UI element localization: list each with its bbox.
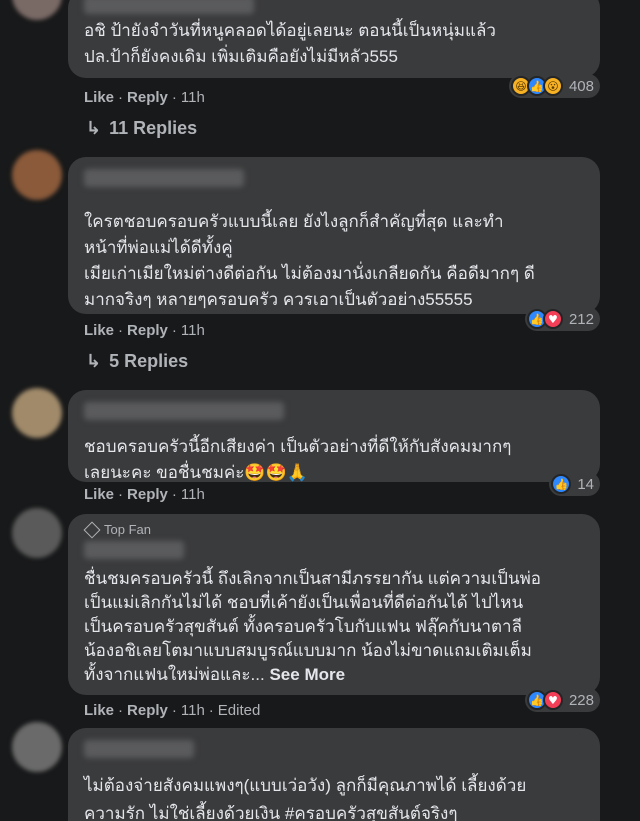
diamond-icon xyxy=(83,521,101,538)
avatar[interactable] xyxy=(12,722,62,772)
comment-bubble: ใครตชอบครอบครัวแบบนี้เลย ยังไงลูกก็สำคัญ… xyxy=(68,157,600,314)
avatar[interactable] xyxy=(12,388,62,438)
separator-dot: · xyxy=(171,322,177,339)
comment-emoji: 🤩🤩🙏 xyxy=(244,463,308,483)
comment-time[interactable]: 11h xyxy=(181,702,205,719)
reaction-summary[interactable]: 👍 ♥ 212 xyxy=(524,307,600,331)
comment-text: ชอบครอบครัวนี้อีกเสียงค่า เป็นตัวอย่างที… xyxy=(84,437,512,483)
comment-text: ชื่นชมครอบครัวนี้ ถึงเลิกจากเป็นสามีภรรย… xyxy=(84,569,541,684)
view-replies-button[interactable]: ↳ 11 Replies xyxy=(86,118,197,139)
separator-dot: · xyxy=(118,702,124,719)
comment-actions: Like · Reply · 11h xyxy=(84,322,205,339)
top-fan-label: Top Fan xyxy=(104,522,151,537)
separator-dot: · xyxy=(208,702,214,719)
reply-arrow-icon: ↳ xyxy=(86,118,102,139)
separator-dot: · xyxy=(171,89,177,106)
love-react-icon: ♥ xyxy=(542,309,563,329)
comment-text: ใครตชอบครอบครัวแบบนี้เลย ยังไงลูกก็สำคัญ… xyxy=(84,212,535,309)
comment-text: ไม่ต้องจ่ายสังคมแพงๆ(แบบเว่อวัง) ลูกก็มี… xyxy=(84,776,527,821)
reaction-summary[interactable]: 😆 👍 😮 408 xyxy=(508,74,600,98)
like-button[interactable]: Like xyxy=(84,702,114,719)
reaction-count: 212 xyxy=(568,310,594,328)
like-button[interactable]: Like xyxy=(84,486,114,503)
reply-arrow-icon: ↳ xyxy=(86,351,102,372)
avatar[interactable] xyxy=(12,0,62,20)
comment-text: อชิ ป้ายังจำวันที่หนูคลอดได้อยู่เลยนะ ตอ… xyxy=(84,21,496,66)
comment-time[interactable]: 11h xyxy=(181,486,205,503)
commenter-name-blurred[interactable] xyxy=(84,0,254,14)
reply-button[interactable]: Reply xyxy=(127,89,168,106)
commenter-name-blurred[interactable] xyxy=(84,169,244,187)
replies-count: 11 Replies xyxy=(109,118,198,138)
separator-dot: · xyxy=(118,89,124,106)
view-replies-button[interactable]: ↳ 5 Replies xyxy=(86,351,188,372)
like-react-icon: 👍 xyxy=(551,474,572,494)
comment-bubble: อชิ ป้ายังจำวันที่หนูคลอดได้อยู่เลยนะ ตอ… xyxy=(68,0,600,78)
separator-dot: · xyxy=(118,486,124,503)
reaction-summary[interactable]: 👍 ♥ 228 xyxy=(524,688,600,712)
comment-actions: Like · Reply · 11h xyxy=(84,89,205,106)
comment-bubble: ไม่ต้องจ่ายสังคมแพงๆ(แบบเว่อวัง) ลูกก็มี… xyxy=(68,728,600,821)
top-fan-badge: Top Fan xyxy=(83,521,584,538)
separator-dot: · xyxy=(118,322,124,339)
commenter-name-blurred[interactable] xyxy=(84,541,184,559)
see-more-link[interactable]: See More xyxy=(269,665,345,684)
comment-bubble: ชอบครอบครัวนี้อีกเสียงค่า เป็นตัวอย่างที… xyxy=(68,390,600,483)
reply-button[interactable]: Reply xyxy=(127,322,168,339)
reaction-summary[interactable]: 👍 14 xyxy=(549,472,600,496)
wow-react-icon: 😮 xyxy=(542,76,563,96)
comment-actions: Like · Reply · 11h xyxy=(84,486,205,503)
separator-dot: · xyxy=(171,702,177,719)
comment-time[interactable]: 11h xyxy=(181,89,205,106)
reaction-count: 14 xyxy=(577,475,594,493)
commenter-name-blurred[interactable] xyxy=(84,740,194,758)
comment-bubble: Top Fan ชื่นชมครอบครัวนี้ ถึงเลิกจากเป็น… xyxy=(68,514,600,695)
commenter-name-blurred[interactable] xyxy=(84,402,284,420)
reply-button[interactable]: Reply xyxy=(127,702,168,719)
comment-actions: Like · Reply · 11h · Edited xyxy=(84,702,260,719)
edited-label[interactable]: Edited xyxy=(218,702,261,719)
comment-time[interactable]: 11h xyxy=(181,322,205,339)
like-button[interactable]: Like xyxy=(84,89,114,106)
reply-button[interactable]: Reply xyxy=(127,486,168,503)
replies-count: 5 Replies xyxy=(109,351,189,371)
reaction-count: 408 xyxy=(568,77,594,95)
love-react-icon: ♥ xyxy=(542,690,563,710)
avatar[interactable] xyxy=(12,508,62,558)
separator-dot: · xyxy=(171,486,177,503)
avatar[interactable] xyxy=(12,150,62,200)
reaction-count: 228 xyxy=(568,691,594,709)
like-button[interactable]: Like xyxy=(84,322,114,339)
